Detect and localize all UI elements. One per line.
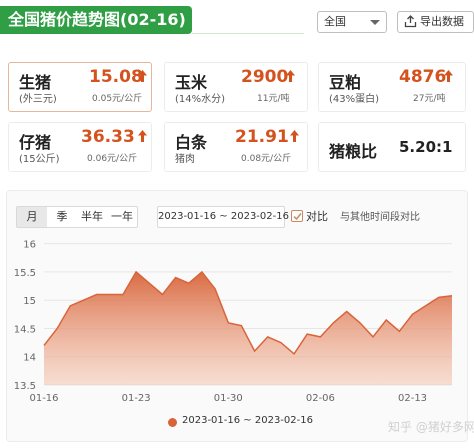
card-change: 0.05元/公斤 [92, 94, 143, 104]
chevron-down-icon [370, 20, 380, 25]
compare-label: 对比 [306, 210, 328, 223]
card-subtitle: (43%蛋白) [329, 94, 380, 105]
card-change: 27元/吨 [413, 94, 446, 104]
compare-checkbox[interactable] [291, 210, 303, 222]
arrow-up-icon [444, 70, 453, 82]
card-subtitle: (14%水分) [175, 94, 226, 105]
region-select[interactable]: 全国 [317, 11, 387, 33]
period-quarter[interactable]: 季 [47, 207, 77, 227]
card-hog-grain-ratio[interactable]: 猪粮比 5.20:1 [318, 122, 466, 172]
compare-other-period[interactable]: 与其他时间段对比 [340, 208, 460, 226]
period-half-year[interactable]: 半年 [77, 207, 107, 227]
card-subtitle: 猪肉 [175, 154, 195, 165]
card-live-hog[interactable]: 生猪 (外三元) 15.08 0.05元/公斤 [8, 62, 152, 112]
title-divider [192, 33, 304, 34]
period-month[interactable]: 月 [17, 207, 47, 227]
date-range-picker[interactable]: 2023-01-16 ~ 2023-02-16 [157, 206, 289, 228]
card-corn[interactable]: 玉米 (14%水分) 2900 11元/吨 [164, 62, 308, 112]
export-icon [404, 15, 417, 28]
card-value: 36.33 [81, 127, 135, 147]
watermark: 知乎 @猪好多网 [388, 420, 474, 434]
card-soybean-meal[interactable]: 豆粕 (43%蛋白) 4876 27元/吨 [318, 62, 466, 112]
export-label: 导出数据 [420, 15, 464, 28]
legend-marker [168, 418, 177, 427]
card-piglet[interactable]: 仔猪 (15公斤) 36.33 0.06元/公斤 [8, 122, 152, 172]
export-data-button[interactable]: 导出数据 [397, 11, 474, 33]
card-name: 猪粮比 [329, 142, 378, 161]
check-icon [293, 213, 302, 221]
card-subtitle: (外三元) [19, 94, 57, 105]
region-select-value: 全国 [324, 15, 346, 28]
card-change: 0.08元/公斤 [241, 154, 292, 164]
card-carcass-pork[interactable]: 白条 猪肉 21.91 0.08元/公斤 [164, 122, 308, 172]
period-selector: 月 季 半年 一年 [16, 206, 138, 228]
card-value: 15.08 [89, 67, 143, 87]
arrow-up-icon [290, 130, 299, 142]
card-subtitle: (15公斤) [19, 154, 60, 165]
legend-label: 2023-01-16 ~ 2023-02-16 [182, 415, 313, 426]
arrow-up-icon [138, 70, 147, 82]
card-value: 21.91 [235, 127, 289, 147]
arrow-up-icon [286, 70, 295, 82]
card-value: 5.20:1 [399, 138, 453, 156]
page-title: 全国猪价趋势图(02-16) [0, 6, 192, 34]
arrow-up-icon [138, 130, 147, 142]
card-value: 4876 [399, 67, 447, 87]
period-year[interactable]: 一年 [107, 207, 137, 227]
card-value: 2900 [241, 67, 289, 87]
card-change: 11元/吨 [257, 94, 290, 104]
card-change: 0.06元/公斤 [87, 154, 138, 164]
